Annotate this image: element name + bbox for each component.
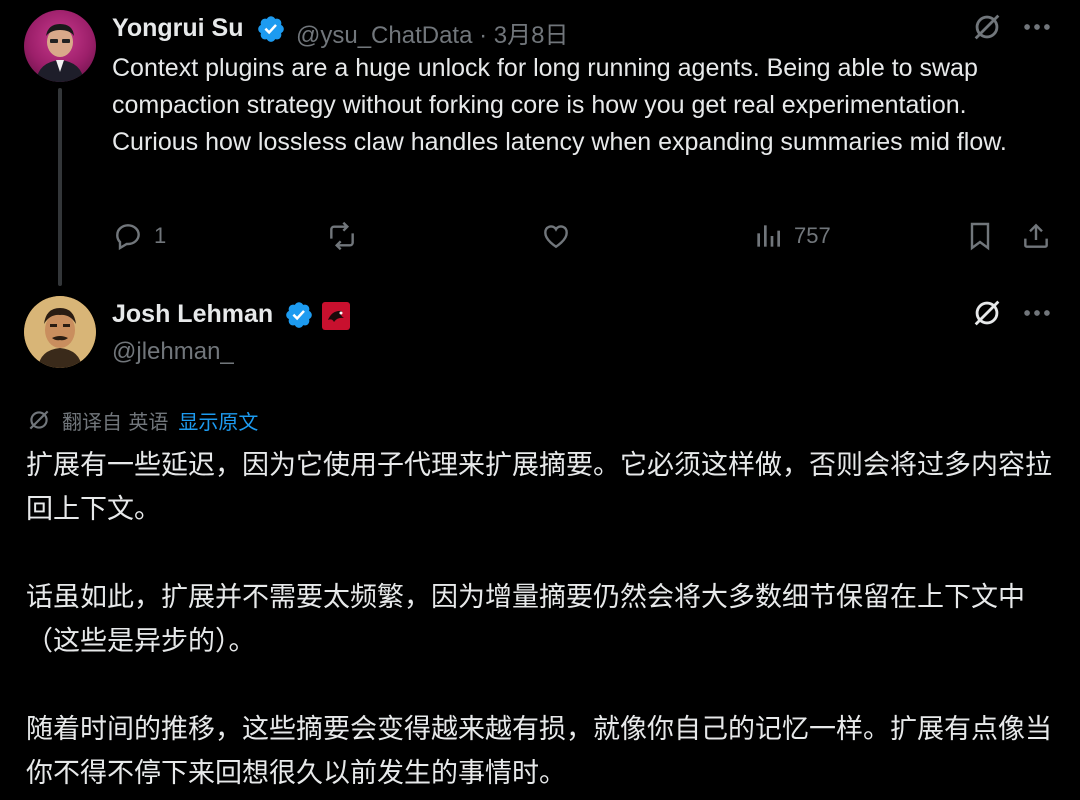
main-tweet-text: 扩展有一些延迟，因为它使用子代理来扩展摘要。它必须这样做，否则会将过多内容拉回上… bbox=[26, 444, 1056, 796]
grok-slash-circle-icon[interactable] bbox=[970, 296, 1004, 334]
heart-icon bbox=[544, 225, 568, 249]
translated-from-label: 翻译自 英语 bbox=[62, 409, 169, 434]
like-action-button[interactable] bbox=[540, 216, 572, 256]
main-paragraph: 随着时间的推移，这些摘要会变得越来越有损，就像你自己的记忆一样。扩展有点像当你不… bbox=[26, 714, 1052, 789]
views-action-button[interactable]: 757 bbox=[752, 216, 831, 256]
josh-lehman-avatar[interactable] bbox=[24, 296, 96, 368]
reply-tweet-text: Context plugins are a huge unlock for lo… bbox=[112, 54, 1007, 156]
show-original-link[interactable]: 显示原文 bbox=[178, 406, 258, 435]
affiliate-badge-icon[interactable] bbox=[322, 302, 350, 330]
yongrui-su-avatar[interactable] bbox=[24, 10, 96, 82]
views-count: 757 bbox=[794, 223, 831, 248]
more-dots-icon[interactable] bbox=[1020, 10, 1054, 48]
main-paragraph: 话虽如此，扩展并不需要太频繁，因为增量摘要仍然会将大多数细节保留在上下文中（这些… bbox=[26, 582, 1025, 657]
grok-slash-circle-icon[interactable] bbox=[970, 10, 1004, 48]
more-dots-icon[interactable] bbox=[1020, 296, 1054, 334]
reply-handle-date: @ysu_ChatData · 3月8日 bbox=[296, 22, 569, 49]
verified-badge-icon bbox=[286, 302, 312, 328]
share-action-button[interactable] bbox=[1020, 216, 1052, 256]
main-author-name[interactable]: Josh Lehman bbox=[112, 300, 273, 329]
bookmark-action-button[interactable] bbox=[964, 216, 996, 256]
repost-action-button[interactable] bbox=[326, 216, 358, 256]
translation-notice: 翻译自 英语 显示原文 bbox=[26, 402, 258, 438]
speech-bubble-icon bbox=[116, 224, 140, 251]
bookmark-icon bbox=[970, 222, 990, 251]
reply-count: 1 bbox=[154, 223, 167, 248]
grok-slash-circle-icon bbox=[29, 410, 49, 430]
share-upload-icon bbox=[1024, 223, 1048, 248]
main-paragraph: 扩展有一些延迟，因为它使用子代理来扩展摘要。它必须这样做，否则会将过多内容拉回上… bbox=[26, 450, 1052, 525]
reply-action-button[interactable]: 1 bbox=[112, 216, 166, 256]
verified-badge-icon bbox=[258, 16, 284, 42]
repost-arrows-icon bbox=[330, 221, 354, 251]
bar-chart-icon bbox=[757, 225, 780, 247]
main-handle[interactable]: @jlehman_ bbox=[112, 338, 234, 366]
thread-connector-line bbox=[58, 88, 62, 286]
reply-author-name[interactable]: Yongrui Su bbox=[112, 14, 243, 43]
